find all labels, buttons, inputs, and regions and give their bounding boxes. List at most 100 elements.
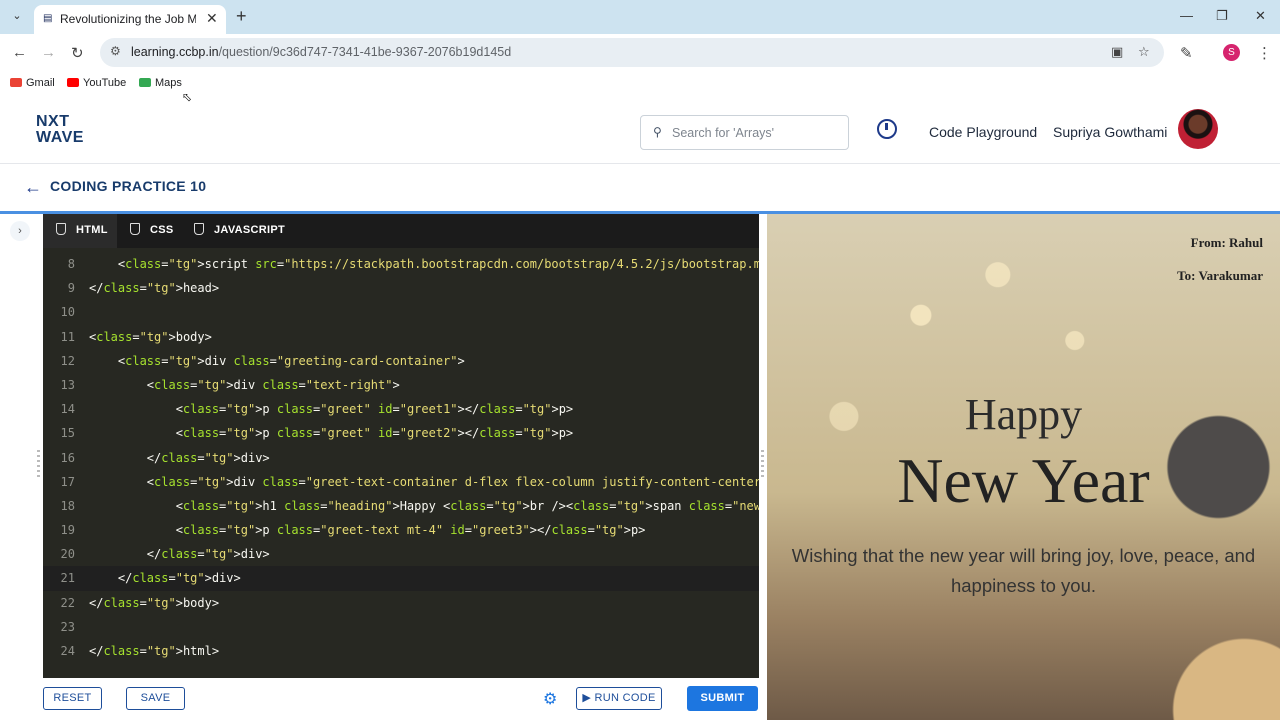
reset-button[interactable]: RESET <box>43 687 102 710</box>
tab-label: HTML <box>76 224 108 236</box>
tab-html[interactable]: HTML <box>56 223 108 236</box>
user-avatar[interactable] <box>1178 109 1218 149</box>
reload-icon[interactable]: ↻ <box>71 44 84 62</box>
line-number: 13 <box>60 377 75 392</box>
line-code: </class="tg">div> <box>89 571 241 586</box>
line-code: </class="tg">head> <box>89 281 220 296</box>
bookmark-youtube[interactable]: YouTube <box>67 77 126 89</box>
code-line[interactable]: 18 <class="tg">h1 class="heading">Happy … <box>43 494 759 518</box>
code-line[interactable]: 11 <class="tg">body> <box>43 325 759 349</box>
expand-panel-icon[interactable]: › <box>10 221 30 241</box>
code-line[interactable]: 22 </class="tg">body> <box>43 591 759 615</box>
browser-tab-bar: ⌄ ▤ Revolutionizing the Job Market ✕ + —… <box>0 0 1280 34</box>
heading-new-year: New Year <box>897 445 1150 516</box>
line-number: 24 <box>60 644 75 658</box>
resize-handle-left[interactable] <box>37 450 40 480</box>
tab-javascript[interactable]: JAVASCRIPT <box>194 223 285 236</box>
bookmark-label: Maps <box>155 77 182 89</box>
page-title: CODING PRACTICE 10 <box>50 178 207 194</box>
resize-handle-right[interactable] <box>761 450 764 480</box>
line-code: <class="tg">div class="text-right"> <box>89 377 400 392</box>
bookmark-maps[interactable]: Maps <box>139 77 182 89</box>
url-text: learning.ccbp.in/question/9c36d747-7341-… <box>131 45 511 59</box>
line-number: 14 <box>60 402 75 417</box>
search-input[interactable]: ⚲ Search for 'Arrays' <box>640 115 849 150</box>
tab-close-icon[interactable]: ✕ <box>206 10 218 27</box>
tab-search-icon[interactable]: ⌄ <box>8 7 26 25</box>
tab-label: CSS <box>150 224 174 236</box>
line-code: </class="tg">div> <box>89 547 270 562</box>
restore-icon[interactable]: ❐ <box>1216 8 1228 24</box>
user-name[interactable]: Supriya Gowthami <box>1053 124 1167 140</box>
code-line[interactable]: 12 <class="tg">div class="greeting-card-… <box>43 349 759 373</box>
site-favicon-icon: ▤ <box>43 13 53 24</box>
code-line[interactable]: 13 <class="tg">div class="text-right"> <box>43 373 759 397</box>
timer-icon[interactable] <box>877 119 897 139</box>
save-button[interactable]: SAVE <box>126 687 185 710</box>
back-arrow-icon[interactable]: ← <box>24 177 42 198</box>
search-icon: ⚲ <box>653 125 662 139</box>
line-code: <class="tg">div class="greet-text-contai… <box>89 474 759 489</box>
line-code: <class="tg">p class="greet" id="greet2">… <box>89 426 574 441</box>
back-icon[interactable]: ← <box>12 44 27 61</box>
play-icon: ▶ <box>582 692 595 704</box>
line-number: 10 <box>60 305 75 320</box>
bookmark-gmail[interactable]: Gmail <box>10 77 55 89</box>
code-line[interactable]: 17 <class="tg">div class="greet-text-con… <box>43 470 759 494</box>
browser-menu-icon[interactable]: ⋮ <box>1257 44 1272 62</box>
line-code: <class="tg">script src="https://stackpat… <box>89 257 759 271</box>
greet-message: Wishing that the new year will bring joy… <box>791 545 1256 596</box>
tab-css[interactable]: CSS <box>130 223 174 236</box>
line-number: 21 <box>60 571 75 586</box>
code-line[interactable]: 15 <class="tg">p class="greet" id="greet… <box>43 421 759 445</box>
heading-happy: Happy <box>964 390 1083 439</box>
submit-button[interactable]: SUBMIT <box>687 686 758 711</box>
bookmark-label: Gmail <box>26 77 55 89</box>
forward-icon[interactable]: → <box>41 44 56 61</box>
greet-from: From: Rahul <box>1190 235 1263 250</box>
code-line[interactable]: 24 </class="tg">html> <box>43 639 759 663</box>
extensions-icon[interactable]: ✎ <box>1180 44 1193 62</box>
code-line[interactable]: 23 <box>43 615 759 639</box>
line-number: 8 <box>67 257 75 271</box>
code-line[interactable]: 21 </class="tg">div> <box>43 566 759 591</box>
browser-tab[interactable]: ▤ Revolutionizing the Job Market ✕ <box>34 5 226 34</box>
code-line[interactable]: 20 </class="tg">div> <box>43 542 759 566</box>
line-code: <class="tg">p class="greet" id="greet1">… <box>89 402 574 417</box>
code-playground-link[interactable]: Code Playground <box>929 124 1037 140</box>
run-code-button[interactable]: ▶ RUN CODE <box>576 687 662 710</box>
line-number: 16 <box>60 450 75 465</box>
line-number: 12 <box>60 353 75 368</box>
profile-avatar[interactable]: S <box>1223 44 1240 61</box>
logo-line2: WAVE <box>36 129 84 146</box>
code-line[interactable]: 9 </class="tg">head> <box>43 276 759 300</box>
code-line[interactable]: 14 <class="tg">p class="greet" id="greet… <box>43 397 759 421</box>
line-number: 15 <box>60 426 75 441</box>
line-code: <class="tg">div class="greeting-card-con… <box>89 353 465 368</box>
line-code: </class="tg">body> <box>89 595 220 610</box>
tab-title: Revolutionizing the Job Market <box>60 12 196 26</box>
js-file-icon <box>194 223 204 235</box>
site-info-icon[interactable]: ⚙ <box>110 44 121 58</box>
nxtwave-logo[interactable]: NXT WAVE <box>36 114 84 146</box>
new-tab-button[interactable]: + <box>236 6 247 27</box>
code-line[interactable]: 10 <box>43 300 759 324</box>
code-line[interactable]: 16 </class="tg">div> <box>43 446 759 470</box>
browser-toolbar: ← → ↻ ⚙ learning.ccbp.in/question/9c36d7… <box>0 34 1280 72</box>
greet-to: To: Varakumar <box>1177 268 1263 283</box>
code-editor[interactable]: HTML CSS JAVASCRIPT 8 <class="tg">script… <box>43 214 759 678</box>
code-line[interactable]: 19 <class="tg">p class="greet-text mt-4"… <box>43 518 759 542</box>
line-number: 23 <box>60 619 75 634</box>
line-number: 22 <box>60 595 75 610</box>
code-line[interactable]: 8 <class="tg">script src="https://stackp… <box>43 252 759 276</box>
window-close-icon[interactable]: ✕ <box>1255 8 1266 24</box>
minimize-icon[interactable]: — <box>1180 8 1193 23</box>
search-placeholder: Search for 'Arrays' <box>672 126 775 140</box>
code-lines[interactable]: 8 <class="tg">script src="https://stackp… <box>43 252 759 663</box>
settings-gear-icon[interactable]: ⚙ <box>543 689 557 709</box>
address-bar[interactable]: ⚙ learning.ccbp.in/question/9c36d747-734… <box>100 38 1164 67</box>
line-number: 18 <box>60 498 75 513</box>
bookmark-star-icon[interactable]: ☆ <box>1138 44 1150 60</box>
tab-label: JAVASCRIPT <box>214 224 286 236</box>
install-app-icon[interactable]: ▣ <box>1111 44 1123 60</box>
